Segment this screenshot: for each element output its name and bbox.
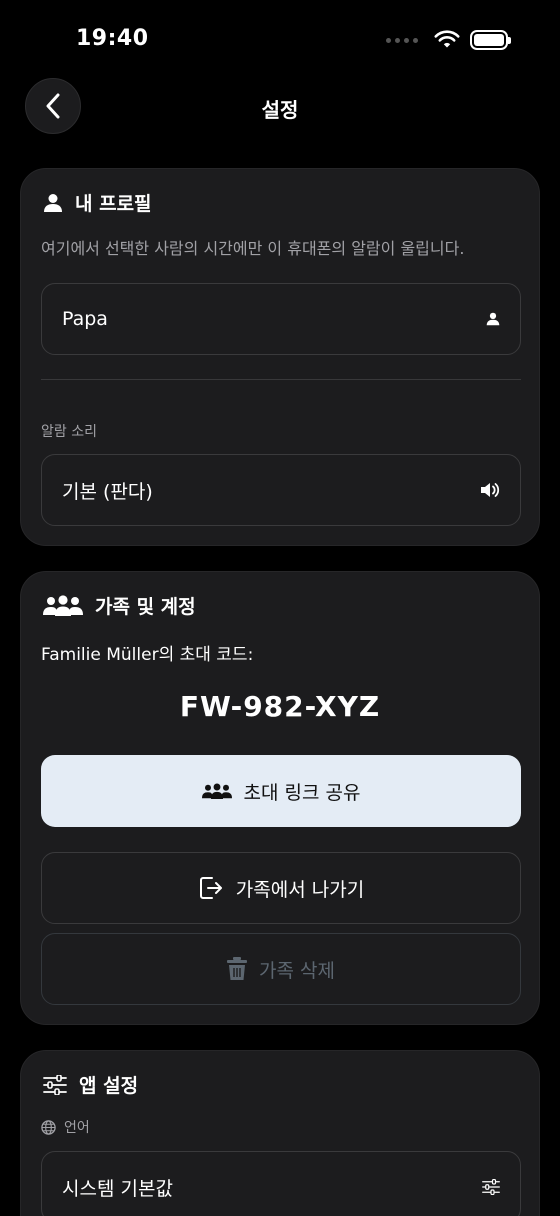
divider xyxy=(41,379,521,380)
family-title: 가족 및 계정 xyxy=(95,596,196,618)
app-settings-card: 앱 설정 언어 시스템 기본값 xyxy=(20,1050,540,1216)
language-value: 시스템 기본값 xyxy=(62,1177,173,1200)
share-invite-button[interactable]: 초대 링크 공유 xyxy=(41,755,521,827)
nav-bar: 설정 xyxy=(0,78,560,136)
users-icon xyxy=(201,783,232,799)
status-bar: 19:40 xyxy=(0,0,560,80)
family-card: 가족 및 계정 Familie Müller의 초대 코드: FW-982-XY… xyxy=(20,571,540,1025)
page-title: 설정 xyxy=(261,98,299,122)
profile-title: 내 프로필 xyxy=(75,193,152,215)
app-settings-header: 앱 설정 xyxy=(43,1071,138,1098)
profile-card: 내 프로필 여기에서 선택한 사람의 시간에만 이 휴대폰의 알람이 울립니다.… xyxy=(20,168,540,546)
leave-family-button[interactable]: 가족에서 나가기 xyxy=(41,852,521,924)
sliders-icon xyxy=(43,1074,67,1095)
share-invite-label: 초대 링크 공유 xyxy=(243,781,361,804)
alarm-sound-label-text: 알람 소리 xyxy=(41,424,97,440)
status-time: 19:40 xyxy=(76,26,149,51)
alarm-sound-label: 알람 소리 xyxy=(41,421,97,441)
app-settings-title: 앱 설정 xyxy=(79,1075,139,1097)
signal-dots-icon xyxy=(386,37,418,43)
status-icons xyxy=(386,30,511,50)
profile-description: 여기에서 선택한 사람의 시간에만 이 휴대폰의 알람이 울립니다. xyxy=(41,239,465,258)
battery-icon xyxy=(470,30,511,50)
leave-family-label: 가족에서 나가기 xyxy=(235,878,365,901)
logout-icon xyxy=(199,877,222,899)
family-header: 가족 및 계정 xyxy=(43,592,196,619)
person-select[interactable]: Papa xyxy=(41,283,521,355)
invite-code-label: Familie Müller의 초대 코드: xyxy=(41,645,254,665)
invite-code: FW-982-XYZ xyxy=(179,690,381,723)
person-icon xyxy=(44,193,62,212)
language-select[interactable]: 시스템 기본값 xyxy=(41,1151,521,1216)
trash-icon xyxy=(227,957,248,980)
person-icon xyxy=(486,312,500,326)
profile-header: 내 프로필 xyxy=(43,189,152,216)
alarm-sound-select[interactable]: 기본 (판다) xyxy=(41,454,521,526)
delete-family-label: 가족 삭제 xyxy=(259,959,335,982)
language-label: 언어 xyxy=(41,1117,90,1137)
sliders-icon xyxy=(482,1179,500,1195)
wifi-icon xyxy=(434,30,460,48)
users-icon xyxy=(43,594,83,616)
globe-icon xyxy=(41,1119,56,1135)
speaker-icon xyxy=(481,483,500,497)
language-label-text: 언어 xyxy=(64,1120,90,1136)
person-value: Papa xyxy=(62,308,108,330)
delete-family-button[interactable]: 가족 삭제 xyxy=(41,933,521,1005)
alarm-sound-value: 기본 (판다) xyxy=(62,480,153,503)
